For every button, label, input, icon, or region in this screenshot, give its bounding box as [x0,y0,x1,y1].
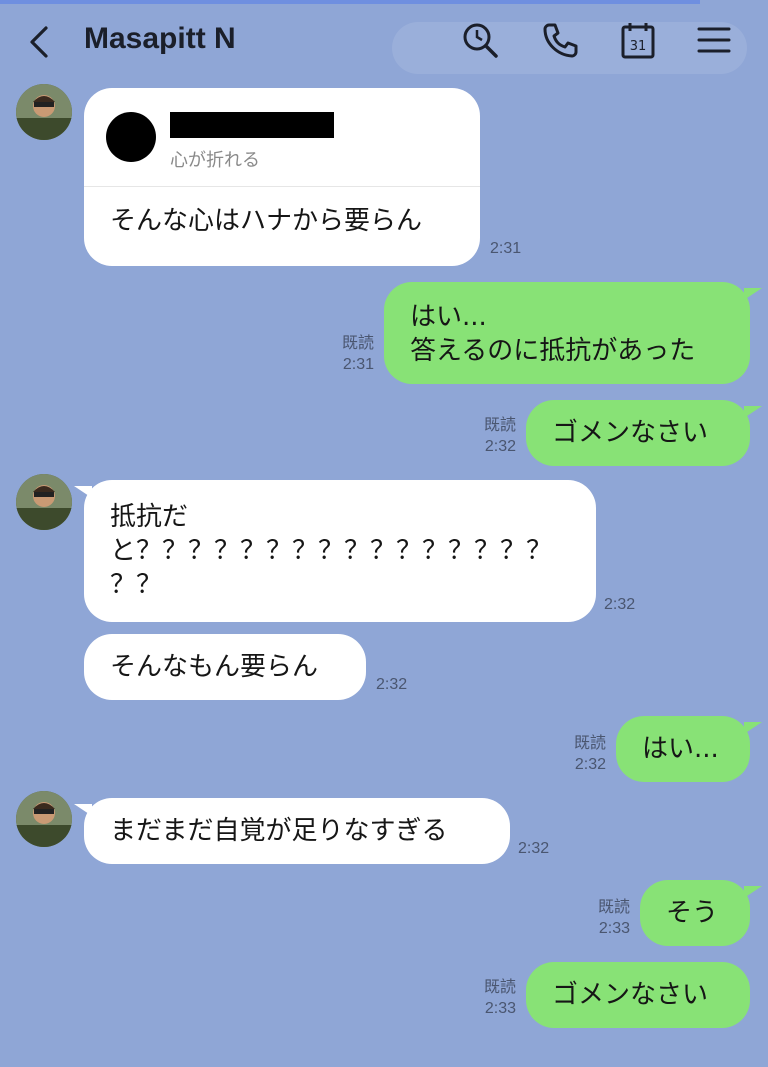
read-receipt: 既読 2:31 [341,335,374,373]
shared-post-header[interactable]: 心が折れる [84,88,480,187]
message-text: ゴメンなさい [552,418,709,448]
sent-message-bubble[interactable]: はい... 答えるのに抵抗があった [384,282,762,384]
received-message-bubble[interactable]: そんなもん要らん [84,634,366,700]
message-text: はい... [642,734,719,764]
message-time: 2:32 [518,840,550,857]
shared-post-subtitle: 心が折れる [170,150,260,171]
calendar-day: 31 [630,39,647,54]
avatar[interactable] [16,791,72,847]
message-line: 答えるのに抵抗があった [410,336,696,366]
message-text: まだまだ自覚が足りなすぎる [110,816,448,846]
sent-message-bubble[interactable]: はい... [616,716,762,782]
message-line: と？？？？？？？？？？？？？？？？ [110,536,553,566]
read-receipt: 既読 2:32 [483,417,516,455]
redacted-name [170,112,334,138]
shared-post-bubble[interactable]: 心が折れる そんな心はハナから要らん [84,88,480,266]
phone-icon[interactable] [540,20,580,60]
back-icon[interactable] [22,24,58,60]
received-message-bubble[interactable]: まだまだ自覚が足りなすぎる [74,798,510,864]
message-text: そんな心はハナから要らん [110,206,423,236]
sent-message-bubble[interactable]: ゴメンなさい [526,400,762,466]
chat-title: Masapitt N [84,22,236,55]
search-icon[interactable] [460,20,500,60]
message-text: そう [666,898,719,928]
read-receipt: 既読 2:33 [597,899,630,937]
message-time: 2:32 [376,676,408,693]
message-line: ？？ [110,570,163,600]
shared-post-avatar [106,112,156,162]
message-text: ゴメンなさい [552,980,709,1010]
message-text: そんなもん要らん [110,652,319,682]
avatar[interactable] [16,474,72,530]
avatar[interactable] [16,84,72,140]
received-message-bubble[interactable]: 抵抗だ と？？？？？？？？？？？？？？？？ ？？ [74,480,596,622]
chat-header: Masapitt N 31 [0,4,768,80]
calendar-icon[interactable]: 31 [618,20,658,60]
sent-message-bubble[interactable]: ゴメンなさい [526,962,750,1028]
message-line: 抵抗だ [110,502,189,532]
menu-icon[interactable] [694,20,734,60]
message-time: 2:31 [490,240,522,257]
read-receipt: 既読 2:33 [483,979,516,1017]
sent-message-bubble[interactable]: そう [640,880,762,946]
message-line: はい... [410,302,487,332]
message-time: 2:32 [604,596,636,613]
read-receipt: 既読 2:32 [573,735,606,773]
